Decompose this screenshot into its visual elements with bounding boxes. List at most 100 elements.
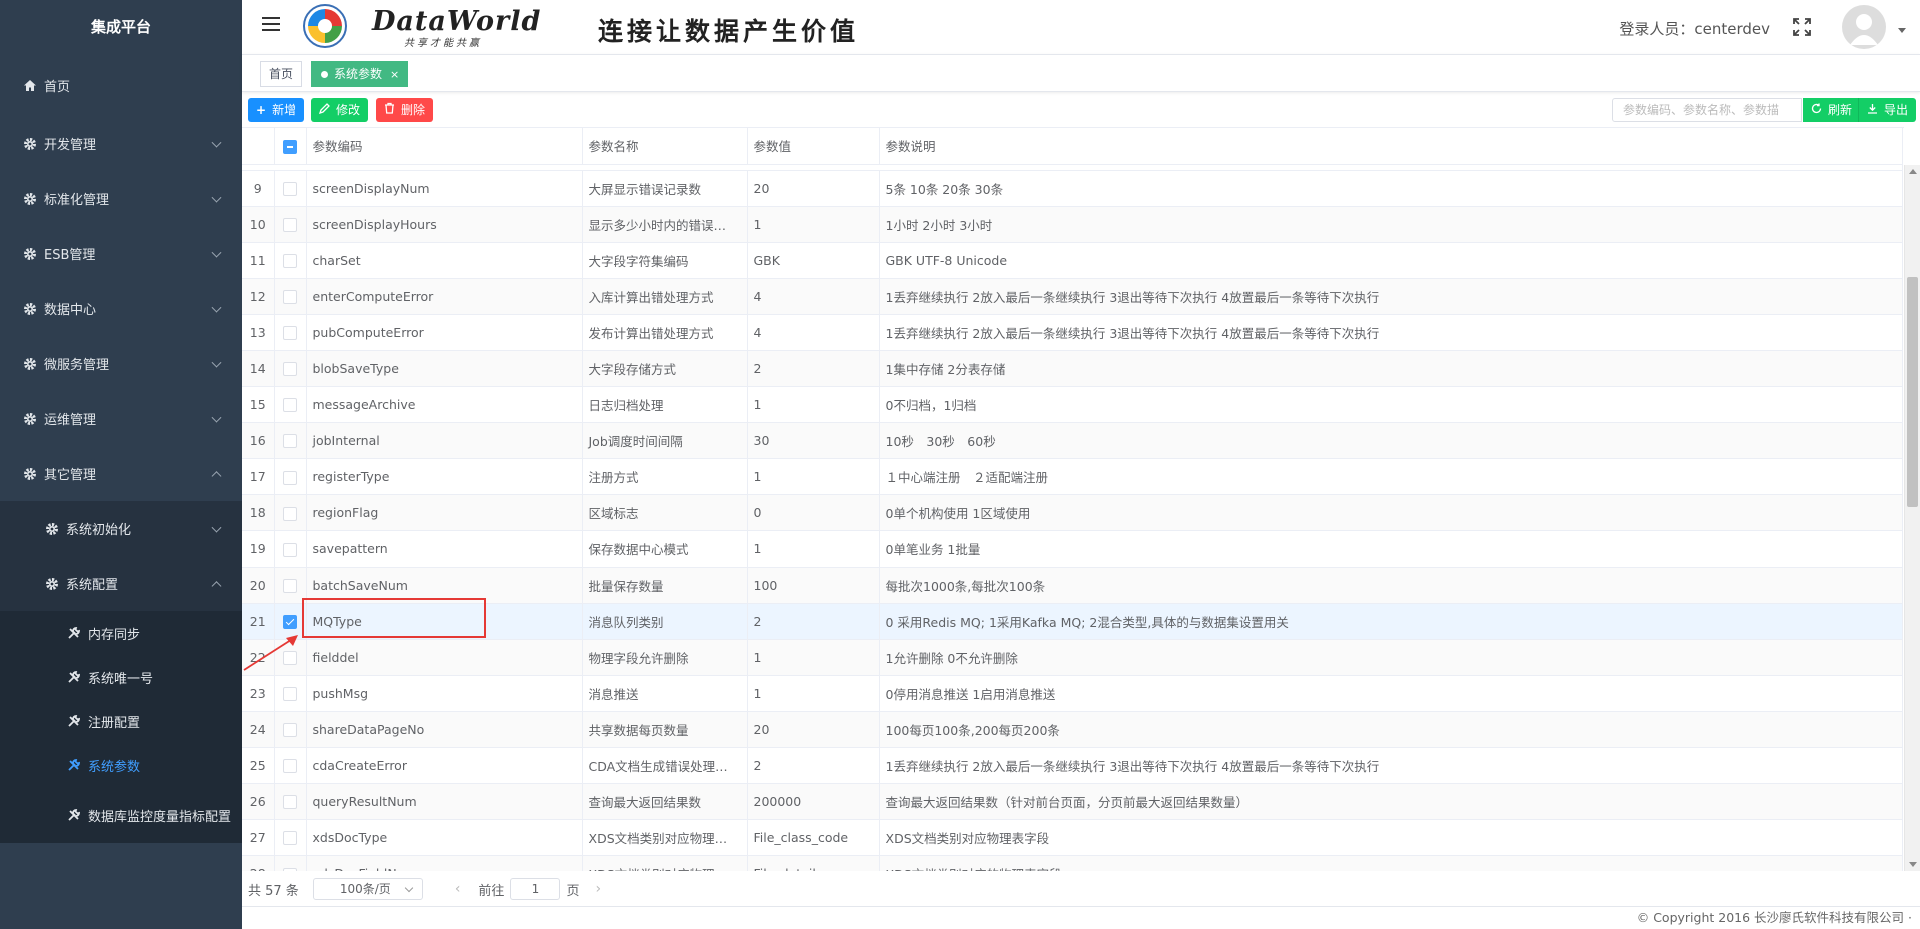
row-checkbox-cell[interactable] [274, 494, 307, 532]
avatar[interactable] [1842, 5, 1886, 49]
table-row[interactable]: 11 charSet 大字段字符集编码 GBK GBK UTF-8 Unicode [242, 242, 1903, 279]
row-checkbox[interactable] [283, 253, 297, 268]
row-checkbox-cell[interactable] [274, 675, 307, 712]
row-checkbox[interactable] [283, 723, 297, 738]
sidebar-item-dev[interactable]: 开发管理 [0, 116, 242, 171]
table-row[interactable]: 12 enterComputeError 入库计算出错处理方式 4 1丢弃继续执行 2放… [242, 278, 1903, 315]
tab-home[interactable]: 首页 [260, 61, 303, 87]
row-checkbox[interactable] [283, 470, 297, 485]
add-button[interactable]: + 新增 [248, 98, 305, 122]
sidebar-item-dbmonitor[interactable]: 数据库监控度量指标配置 [0, 787, 242, 843]
table-row[interactable]: 21 MQType 消息队列类别 2 0 采用Redis MQ; 1采用Kafka MQ… [242, 603, 1903, 640]
row-index: 20 [242, 567, 275, 604]
delete-button[interactable]: 删除 [376, 98, 434, 122]
vertical-scrollbar[interactable] [1904, 165, 1920, 871]
table-row[interactable]: 15 messageArchive 日志归档处理 1 0不归档，1归档 [242, 386, 1903, 424]
row-checkbox[interactable] [283, 398, 297, 413]
row-checkbox[interactable] [283, 181, 297, 196]
sidebar-item-sysid[interactable]: 系统唯一号 [0, 655, 242, 699]
page-input[interactable]: 1 [510, 878, 561, 900]
export-button[interactable]: 导出 [1858, 98, 1917, 122]
table-row[interactable]: 16 jobInternal Job调度时间间隔 30 10秒 30秒 60秒 [242, 422, 1903, 460]
row-checkbox-cell[interactable] [274, 711, 307, 749]
row-checkbox-cell[interactable] [274, 747, 307, 785]
table-row[interactable]: 24 shareDataPageNo 共享数据每页数量 20 100每页100条,200… [242, 711, 1903, 749]
table-row[interactable]: 14 blobSaveType 大字段存储方式 2 1集中存储 2分表存储 [242, 350, 1903, 388]
row-checkbox[interactable] [283, 578, 297, 593]
row-checkbox-cell[interactable] [274, 170, 307, 207]
sidebar-item-sysconfig[interactable]: 系统配置 [0, 556, 242, 611]
sidebar-item-standard[interactable]: 标准化管理 [0, 171, 242, 226]
sidebar-item-ops[interactable]: 运维管理 [0, 391, 242, 446]
column-header[interactable]: 参数编码 [306, 128, 583, 165]
row-checkbox-cell[interactable] [274, 242, 307, 279]
table-row[interactable]: 18 regionFlag 区域标志 0 0单个机构使用 1区域使用 [242, 494, 1903, 532]
row-checkbox-cell[interactable] [274, 855, 307, 871]
row-checkbox[interactable] [283, 362, 297, 377]
table-row[interactable]: 10 screenDisplayHours 显示多少小时内的错误… 1 1小时 2小时 … [242, 206, 1903, 243]
row-checkbox[interactable] [283, 326, 297, 341]
row-checkbox-cell[interactable] [274, 386, 307, 424]
search-input[interactable]: 参数编码、参数名称、参数描 [1612, 98, 1802, 122]
table-row[interactable]: 22 fielddel 物理字段允许删除 1 1允许删除 0不允许删除 [242, 639, 1903, 676]
table-row[interactable]: 13 pubComputeError 发布计算出错处理方式 4 1丢弃继续执行 2放入最… [242, 314, 1903, 351]
table-row[interactable]: 17 registerType 注册方式 1 １中心端注册 ２适配端注册 [242, 458, 1903, 496]
chevron-left-icon[interactable]: ‹ [455, 881, 461, 897]
row-checkbox-cell[interactable] [274, 350, 307, 388]
row-checkbox-cell[interactable] [274, 458, 307, 496]
column-header[interactable]: 参数说明 [879, 128, 1903, 165]
row-checkbox-cell[interactable] [274, 783, 307, 821]
edit-button[interactable]: 修改 [311, 98, 369, 122]
scroll-thumb[interactable] [1907, 277, 1918, 507]
row-checkbox-cell[interactable] [274, 278, 307, 315]
sidebar-item-datacenter[interactable]: 数据中心 [0, 281, 242, 336]
row-checkbox[interactable] [283, 759, 297, 774]
row-checkbox[interactable] [283, 434, 297, 449]
hamburger-icon[interactable] [262, 17, 280, 33]
select-all-cell[interactable] [274, 128, 307, 165]
scroll-down-icon[interactable] [1909, 862, 1917, 867]
table-row[interactable]: 27 xdsDocType XDS文档类别对应物理… File_class_code X… [242, 819, 1903, 857]
row-checkbox[interactable] [283, 831, 297, 846]
row-index: 15 [242, 386, 275, 424]
table-row[interactable]: 9 screenDisplayNum 大屏显示错误记录数 20 5条 10条 20条 3… [242, 170, 1903, 207]
sidebar-item-esb[interactable]: ESB管理 [0, 226, 242, 281]
caret-down-icon[interactable] [1898, 28, 1906, 33]
chevron-right-icon[interactable]: › [595, 881, 601, 897]
row-checkbox[interactable] [283, 542, 297, 557]
fullscreen-icon[interactable] [1792, 17, 1812, 37]
sidebar-item-sysparam[interactable]: 系统参数 [0, 743, 242, 787]
row-checkbox[interactable] [283, 687, 297, 702]
row-checkbox[interactable] [283, 867, 297, 871]
row-checkbox-cell[interactable] [274, 819, 307, 857]
row-checkbox-cell[interactable] [274, 530, 307, 568]
scroll-up-icon[interactable] [1909, 169, 1917, 174]
sidebar-item-regconfig[interactable]: 注册配置 [0, 699, 242, 743]
tab-sysparam[interactable]: 系统参数 × [311, 61, 409, 87]
sidebar-item-other[interactable]: 其它管理 [0, 446, 242, 501]
select-all-checkbox[interactable] [283, 139, 297, 154]
column-header[interactable]: 参数名称 [582, 128, 748, 165]
table-row[interactable]: 28 xdsDocFieldNameXDS文档类别对应物理…File_detail… [242, 855, 1903, 871]
row-checkbox[interactable] [283, 217, 297, 232]
row-checkbox[interactable] [283, 506, 297, 521]
table-row[interactable]: 20 batchSaveNum 批量保存数量 100 每批次1000条,每批次100条 [242, 567, 1903, 604]
sidebar-item-microservice[interactable]: 微服务管理 [0, 336, 242, 391]
row-checkbox-cell[interactable] [274, 422, 307, 460]
table-row[interactable]: 25 cdaCreateError CDA文档生成错误处理… 2 1丢弃继续执行 2放入… [242, 747, 1903, 785]
row-checkbox[interactable] [283, 795, 297, 810]
page-size-select[interactable]: 100条/页 [312, 878, 423, 900]
table-row[interactable]: 23 pushMsg 消息推送 1 0停用消息推送 1启用消息推送 [242, 675, 1903, 712]
row-checkbox[interactable] [283, 614, 297, 629]
refresh-button[interactable]: 刷新 [1803, 98, 1861, 122]
sidebar-item-home[interactable]: 首页 [0, 54, 242, 116]
close-icon[interactable]: × [390, 68, 399, 81]
row-checkbox-cell[interactable] [274, 314, 307, 351]
table-row[interactable]: 19 savepattern 保存数据中心模式 1 0单笔业务 1批量 [242, 530, 1903, 568]
sidebar-item-memsync[interactable]: 内存同步 [0, 611, 242, 655]
row-checkbox[interactable] [283, 290, 297, 305]
row-checkbox-cell[interactable] [274, 206, 307, 243]
column-header[interactable]: 参数值 [747, 128, 880, 165]
table-row[interactable]: 26 queryResultNum 查询最大返回结果数 200000 查询最大返回结果数… [242, 783, 1903, 821]
sidebar-item-sysinit[interactable]: 系统初始化 [0, 501, 242, 556]
